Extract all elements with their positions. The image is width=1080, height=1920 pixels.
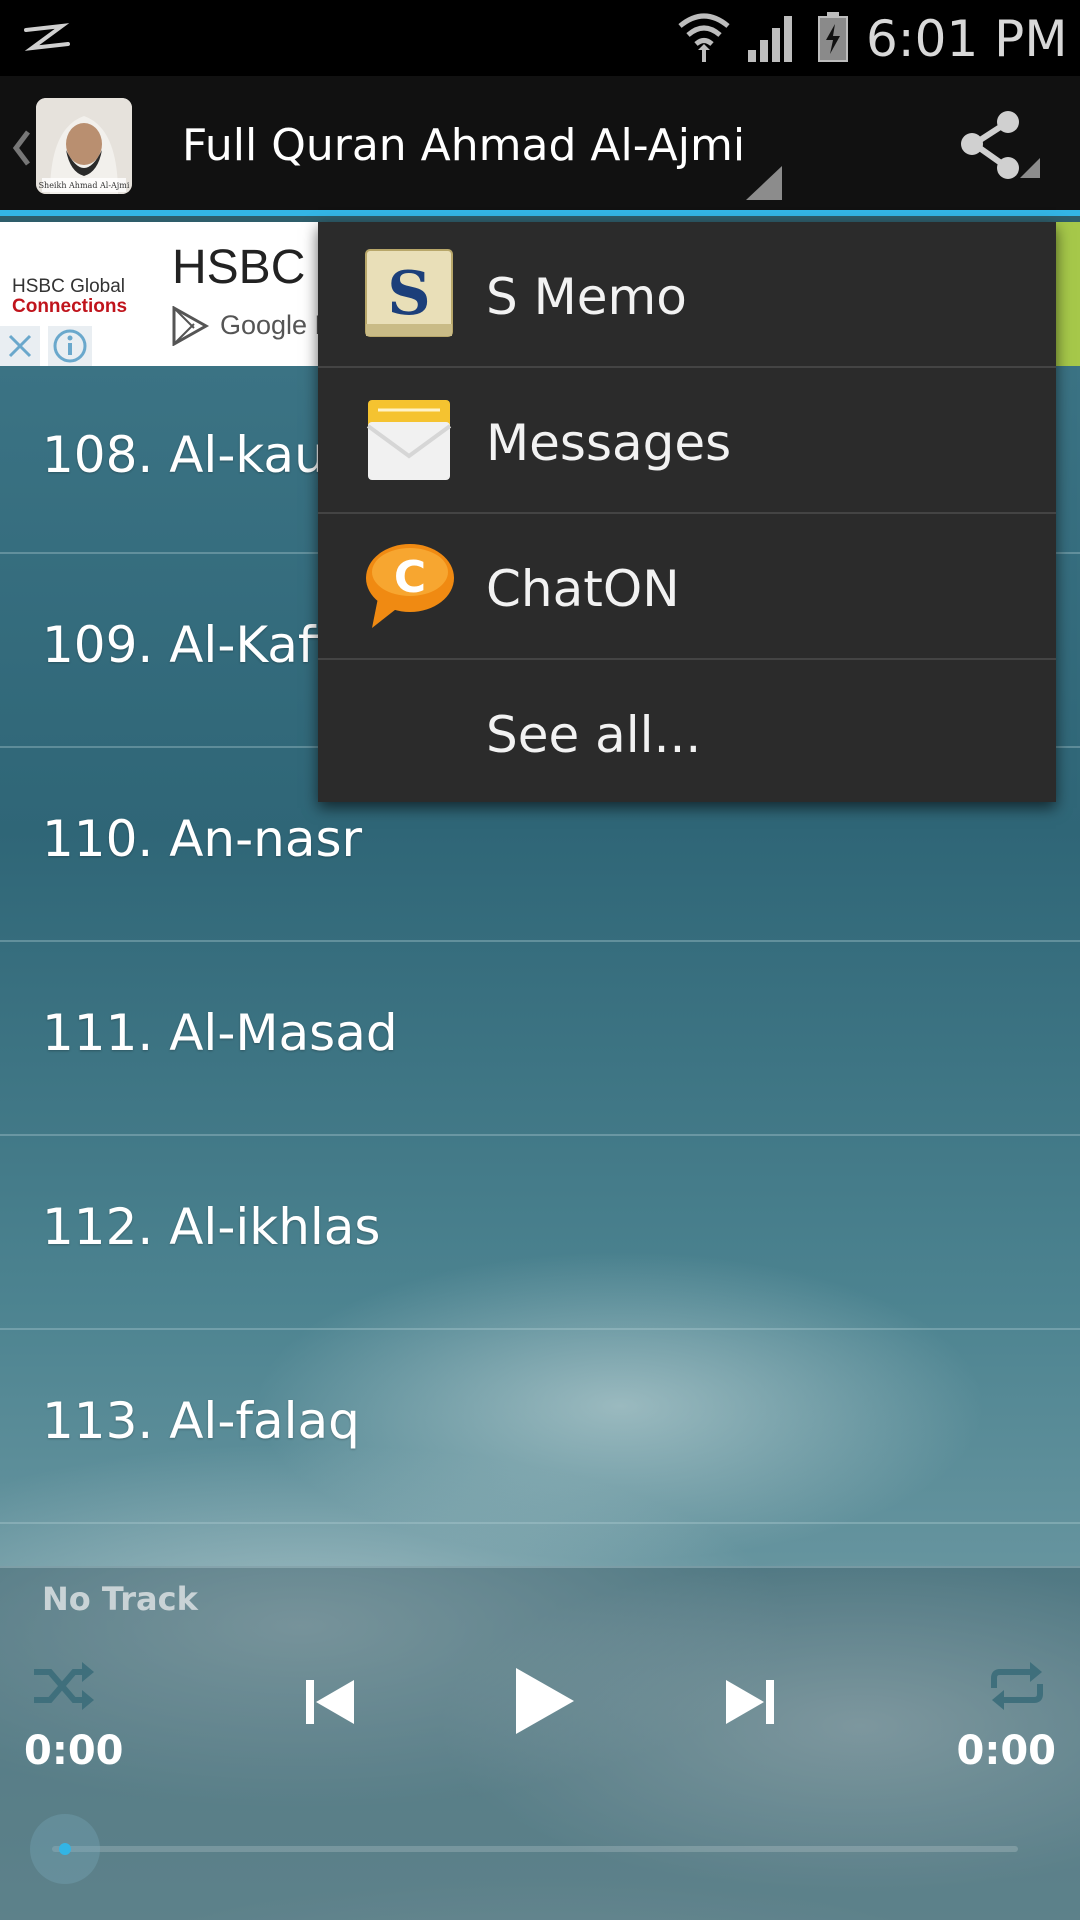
list-item[interactable]: 113. Al-falaq xyxy=(0,1330,1080,1524)
share-icon xyxy=(961,111,1040,179)
seek-bar[interactable] xyxy=(52,1846,1018,1852)
signal-icon xyxy=(748,16,792,62)
status-clock: 6:01 PM xyxy=(866,10,1068,68)
status-bar: 6:01 PM xyxy=(0,0,1080,76)
page-title[interactable]: Full Quran Ahmad Al-Ajmi xyxy=(182,120,745,171)
menu-item-see-all[interactable]: See all... xyxy=(318,660,1056,806)
menu-item-label: See all... xyxy=(486,706,702,764)
s-memo-icon: S xyxy=(365,249,453,337)
total-time: 0:00 xyxy=(956,1728,1057,1774)
svg-text:C: C xyxy=(394,552,426,603)
svg-text:S: S xyxy=(387,259,430,329)
battery-icon xyxy=(818,12,848,62)
app-icon-avatar[interactable]: Sheikh Ahmad Al-Ajmi xyxy=(36,98,132,194)
messages-icon xyxy=(366,400,452,480)
ad-logo-line2: Connections xyxy=(12,296,128,317)
list-item-label: 113. Al-falaq xyxy=(42,1392,360,1450)
list-item-label: 110. An-nasr xyxy=(42,810,363,868)
dropdown-indicator-icon xyxy=(746,166,782,200)
menu-item-label: ChatON xyxy=(486,560,680,618)
sheikh-portrait-icon: Sheikh Ahmad Al-Ajmi xyxy=(36,98,132,194)
repeat-icon[interactable] xyxy=(984,1658,1050,1714)
menu-item-label: S Memo xyxy=(486,268,687,326)
ad-info-icon[interactable] xyxy=(48,326,92,366)
list-item[interactable]: 112. Al-ikhlas xyxy=(0,1136,1080,1330)
menu-item-label: Messages xyxy=(486,414,732,472)
ad-logo-line1: HSBC Global xyxy=(12,276,125,297)
play-button[interactable] xyxy=(506,1664,580,1738)
notification-icon xyxy=(24,23,70,51)
ad-close-icon[interactable] xyxy=(0,326,40,366)
track-title: No Track xyxy=(42,1580,198,1618)
ad-store-badge: Google Play xyxy=(170,305,367,350)
menu-item-messages[interactable]: Messages xyxy=(318,368,1056,514)
seek-thumb[interactable] xyxy=(30,1814,100,1884)
list-item-label: 111. Al-Masad xyxy=(42,1004,398,1062)
previous-button[interactable] xyxy=(300,1672,360,1732)
share-button[interactable] xyxy=(950,102,1040,192)
next-button[interactable] xyxy=(720,1672,780,1732)
svg-text:Sheikh Ahmad Al-Ajmi: Sheikh Ahmad Al-Ajmi xyxy=(39,181,130,190)
elapsed-time: 0:00 xyxy=(24,1728,124,1774)
menu-item-chaton[interactable]: C ChatON xyxy=(318,514,1056,660)
menu-item-s-memo[interactable]: S S Memo xyxy=(318,222,1056,368)
shuffle-icon[interactable] xyxy=(30,1658,96,1714)
action-bar: Sheikh Ahmad Al-Ajmi Full Quran Ahmad Al… xyxy=(0,76,1080,216)
media-player: No Track 0:00 0:00 xyxy=(0,1566,1080,1920)
ad-accent-bar xyxy=(1056,222,1080,366)
list-item[interactable]: 111. Al-Masad xyxy=(0,942,1080,1136)
list-item-label: 112. Al-ikhlas xyxy=(42,1198,381,1256)
share-popup-menu: S S Memo Messages C ChatON See all... xyxy=(318,222,1056,802)
wifi-icon xyxy=(678,13,730,62)
google-play-icon xyxy=(172,305,210,347)
chaton-icon: C xyxy=(366,544,454,628)
chevron-left-icon[interactable] xyxy=(10,126,34,170)
